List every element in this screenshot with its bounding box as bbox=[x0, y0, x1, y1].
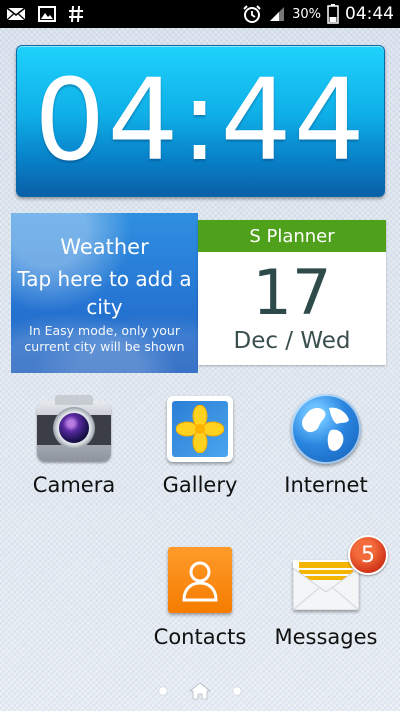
app-gallery[interactable]: Gallery bbox=[140, 393, 260, 508]
planner-title: S Planner bbox=[198, 220, 386, 252]
app-contacts[interactable]: Contacts bbox=[140, 545, 260, 655]
status-time: 04:44 bbox=[345, 4, 394, 24]
envelope-icon bbox=[293, 560, 359, 610]
battery-percent: 30% bbox=[292, 6, 321, 22]
weather-title: Weather bbox=[60, 235, 149, 259]
home-page-icon[interactable] bbox=[189, 682, 211, 704]
weather-note: In Easy mode, only your current city wil… bbox=[24, 323, 185, 354]
app-messages[interactable]: 5 Messages bbox=[266, 535, 388, 655]
page-indicator bbox=[0, 682, 400, 702]
status-bar: 30% 04:44 bbox=[0, 0, 400, 28]
weather-widget[interactable]: Weather Tap here to add a city In Easy m… bbox=[11, 213, 198, 373]
planner-widget[interactable]: S Planner 17 Dec / Wed bbox=[198, 220, 386, 365]
app-label-gallery: Gallery bbox=[162, 473, 238, 497]
clock-widget[interactable]: 04:44 bbox=[16, 45, 385, 197]
app-internet[interactable]: Internet bbox=[266, 393, 386, 508]
camera-icon bbox=[37, 395, 111, 461]
planner-date: Dec / Wed bbox=[233, 328, 351, 354]
mail-icon bbox=[6, 6, 26, 22]
globe-icon bbox=[291, 394, 361, 464]
weather-add-city: Tap here to add a city bbox=[17, 267, 192, 319]
app-label-messages: Messages bbox=[274, 625, 378, 649]
page-dot[interactable] bbox=[159, 687, 167, 695]
messages-badge: 5 bbox=[348, 535, 388, 575]
contacts-icon bbox=[168, 547, 232, 613]
app-label-contacts: Contacts bbox=[153, 625, 247, 649]
alarm-icon bbox=[242, 4, 262, 24]
signal-icon bbox=[268, 5, 286, 23]
battery-icon bbox=[327, 4, 339, 24]
image-icon bbox=[38, 6, 56, 22]
app-label-internet: Internet bbox=[284, 473, 368, 497]
app-label-camera: Camera bbox=[32, 473, 116, 497]
app-camera[interactable]: Camera bbox=[14, 393, 134, 508]
gallery-icon bbox=[167, 396, 233, 462]
page-dot[interactable] bbox=[233, 687, 241, 695]
hash-icon bbox=[68, 5, 84, 23]
planner-day: 17 bbox=[252, 256, 332, 329]
clock-time: 04:44 bbox=[34, 56, 367, 186]
